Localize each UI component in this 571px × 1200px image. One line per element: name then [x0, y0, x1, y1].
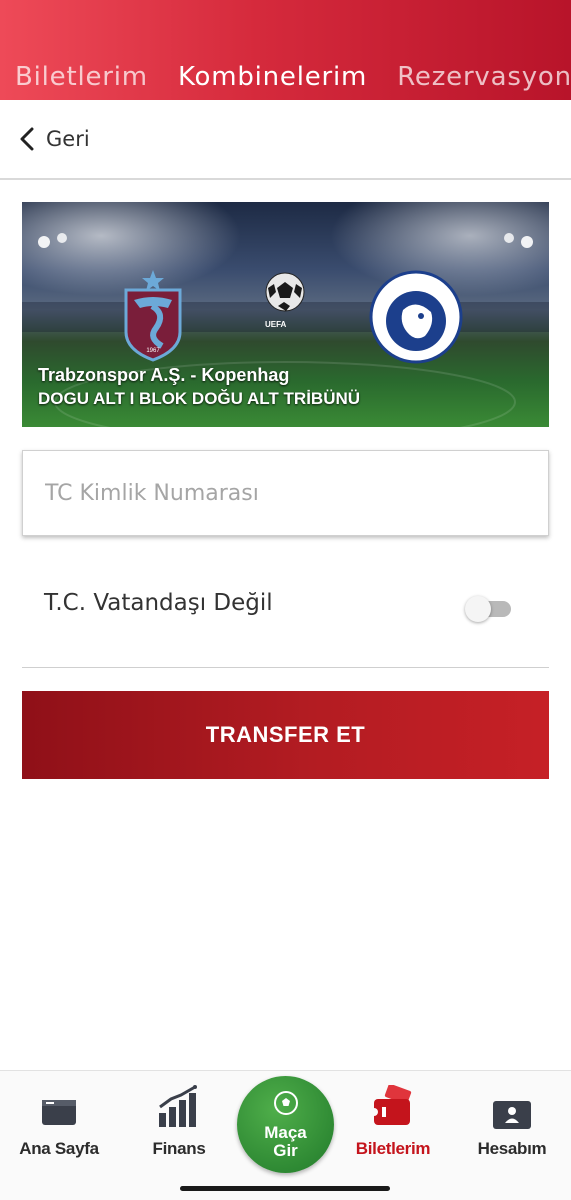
tab-kombinelerim[interactable]: Kombinelerim	[178, 62, 367, 92]
nav-ana-sayfa[interactable]: Ana Sayfa	[0, 1071, 118, 1171]
nav-label-ana-sayfa: Ana Sayfa	[19, 1139, 99, 1158]
nav-biletlerim[interactable]: Biletlerim	[334, 1071, 452, 1171]
chevron-left-icon[interactable]	[18, 126, 36, 152]
tc-kimlik-input[interactable]	[22, 450, 549, 536]
bar-chart-icon	[159, 1085, 197, 1127]
uefa-label: UEFA	[265, 320, 287, 329]
tab-rezervasyonlari[interactable]: Rezervasyonları	[397, 62, 571, 92]
home-indicator	[180, 1186, 390, 1191]
soccer-ball-icon	[274, 1091, 298, 1115]
nav-hesabim[interactable]: Hesabım	[453, 1071, 571, 1171]
maca-gir-label: Maça Gir	[237, 1124, 334, 1160]
ticket-card-icon	[42, 1100, 76, 1125]
maca-gir-line2: Gir	[273, 1141, 298, 1160]
match-title: Trabzonspor A.Ş. - Kopenhag	[38, 365, 290, 385]
switch-knob	[465, 596, 491, 622]
maca-gir-button[interactable]: Maça Gir	[237, 1076, 334, 1173]
champions-league-icon	[265, 272, 305, 312]
trabzonspor-crest-icon: 1967	[124, 270, 182, 362]
match-banner: 1967 UEFA Trabzonspor A.Ş. - Kopenhag DO…	[22, 202, 549, 427]
nav-finans[interactable]: Finans	[120, 1071, 238, 1171]
citizen-toggle-label: T.C. Vatandaşı Değil	[44, 590, 273, 616]
svg-text:1967: 1967	[146, 348, 160, 354]
tabs: Biletlerim Kombinelerim Rezervasyonları	[15, 62, 571, 92]
fc-kobenhavn-crest-icon	[369, 270, 463, 364]
id-card-icon	[493, 1101, 531, 1129]
maca-gir-line1: Maça	[264, 1123, 307, 1142]
tab-biletlerim[interactable]: Biletlerim	[15, 62, 148, 92]
transfer-button[interactable]: TRANSFER ET	[22, 691, 549, 779]
ticket-icon	[372, 1085, 412, 1125]
nav-label-biletlerim: Biletlerim	[355, 1139, 431, 1158]
citizen-toggle-row: T.C. Vatandaşı Değil	[22, 560, 549, 668]
top-tab-bar: Biletlerim Kombinelerim Rezervasyonları	[0, 0, 571, 100]
nav-label-hesabim: Hesabım	[477, 1139, 547, 1158]
back-row: Geri	[0, 100, 571, 180]
back-button[interactable]: Geri	[46, 127, 90, 151]
seat-section: DOGU ALT I BLOK DOĞU ALT TRİBÜNÜ	[38, 389, 361, 408]
nav-label-finans: Finans	[152, 1139, 206, 1158]
citizen-toggle-switch[interactable]	[465, 596, 511, 622]
